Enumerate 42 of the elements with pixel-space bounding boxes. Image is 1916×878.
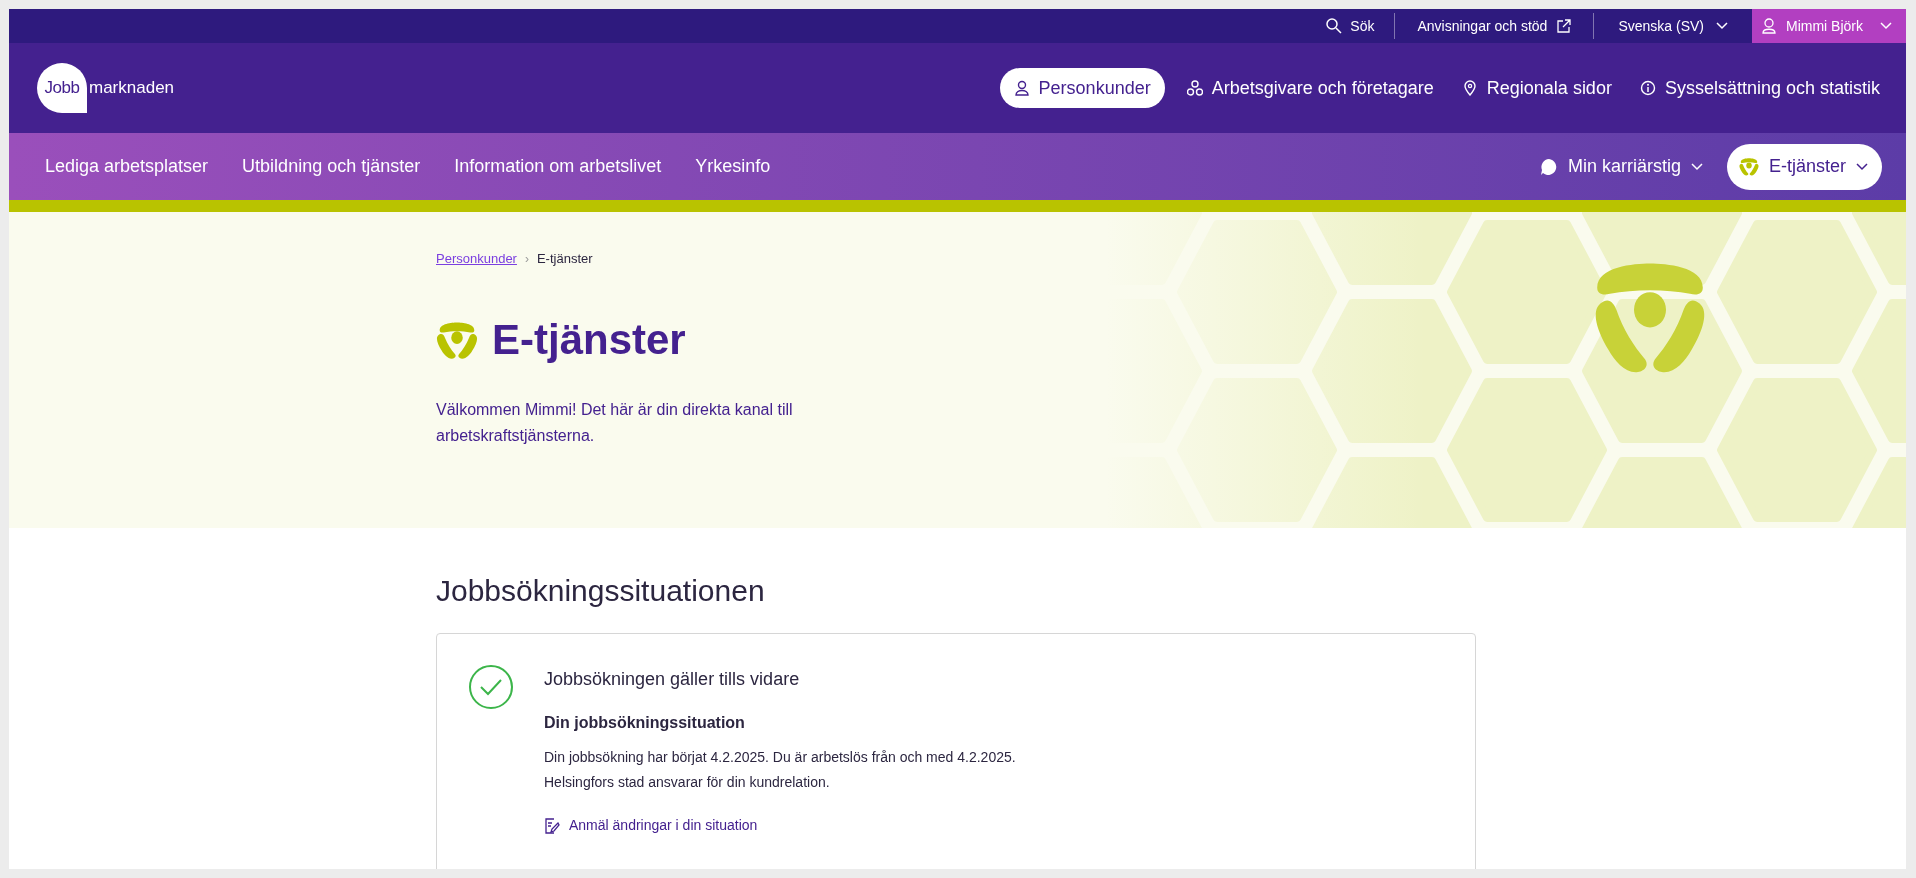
breadcrumb-current: E-tjänster — [536, 250, 593, 268]
chevron-down-icon — [1856, 162, 1868, 171]
audience-tab[interactable]: Sysselsättning och statistik — [1633, 68, 1886, 108]
info-icon — [1639, 80, 1656, 96]
chevron-down-icon — [1880, 22, 1892, 30]
location-pin-icon — [1461, 80, 1478, 96]
network-icon — [1186, 80, 1203, 96]
change-report-link[interactable]: Anmäl ändringar i din situation — [544, 815, 1016, 836]
chevron-down-icon — [1690, 162, 1703, 171]
logo-text: Jobb — [37, 63, 87, 113]
search-icon — [1326, 18, 1343, 34]
page-title: E-tjänster — [492, 318, 686, 361]
external-link-icon — [1557, 19, 1572, 33]
nav-link[interactable]: Information om arbetslivet — [454, 153, 662, 180]
speech-bubble-icon — [1539, 157, 1558, 176]
search-button[interactable]: Sök — [1306, 13, 1395, 39]
edit-document-icon — [544, 817, 560, 834]
nav-menu-button[interactable]: Min karriärstig — [1531, 143, 1711, 190]
logo[interactable]: Jobb marknaden — [37, 63, 175, 113]
audience-tab[interactable]: Arbetsgivare och företagare — [1180, 68, 1440, 108]
audience-tab[interactable]: Regionala sidor — [1455, 68, 1618, 108]
user-menu-button[interactable]: Mimmi Björk — [1752, 9, 1906, 43]
card-headline: Jobbsökningen gäller tills vidare — [544, 668, 801, 691]
breadcrumb-separator: › — [524, 250, 529, 268]
guidance-link[interactable]: Anvisningar och stöd — [1394, 13, 1594, 39]
logo-text: marknaden — [89, 77, 175, 100]
card-text: Helsingfors stad ansvarar för din kundrelation. — [544, 773, 831, 792]
person-icon — [1762, 18, 1776, 34]
nav-link[interactable]: Yrkesinfo — [695, 153, 771, 180]
nav-link[interactable]: Lediga arbetsplatser — [45, 153, 209, 180]
section-title: Jobbsökningssituationen — [436, 573, 766, 609]
e-services-icon — [1738, 157, 1759, 176]
chevron-down-icon — [1716, 22, 1728, 30]
person-icon — [1013, 80, 1030, 96]
e-services-icon — [436, 319, 478, 360]
nav-link[interactable]: Utbildning och tjänster — [242, 153, 421, 180]
card-text: Din jobbsökning har börjat 4.2.2025. Du är arbetslös från och med 4.2.2025. — [544, 748, 1016, 767]
audience-tab[interactable]: Personkunder — [999, 68, 1165, 108]
card-subheading: Din jobbsökningssituation — [544, 713, 746, 733]
breadcrumb-link[interactable]: Personkunder — [436, 249, 517, 269]
nav-menu-button[interactable]: E-tjänster — [1726, 143, 1882, 190]
intro-text: Välkommen Mimmi! Det här är din direkta kanal till arbetskraftstjänsterna. — [436, 399, 794, 446]
